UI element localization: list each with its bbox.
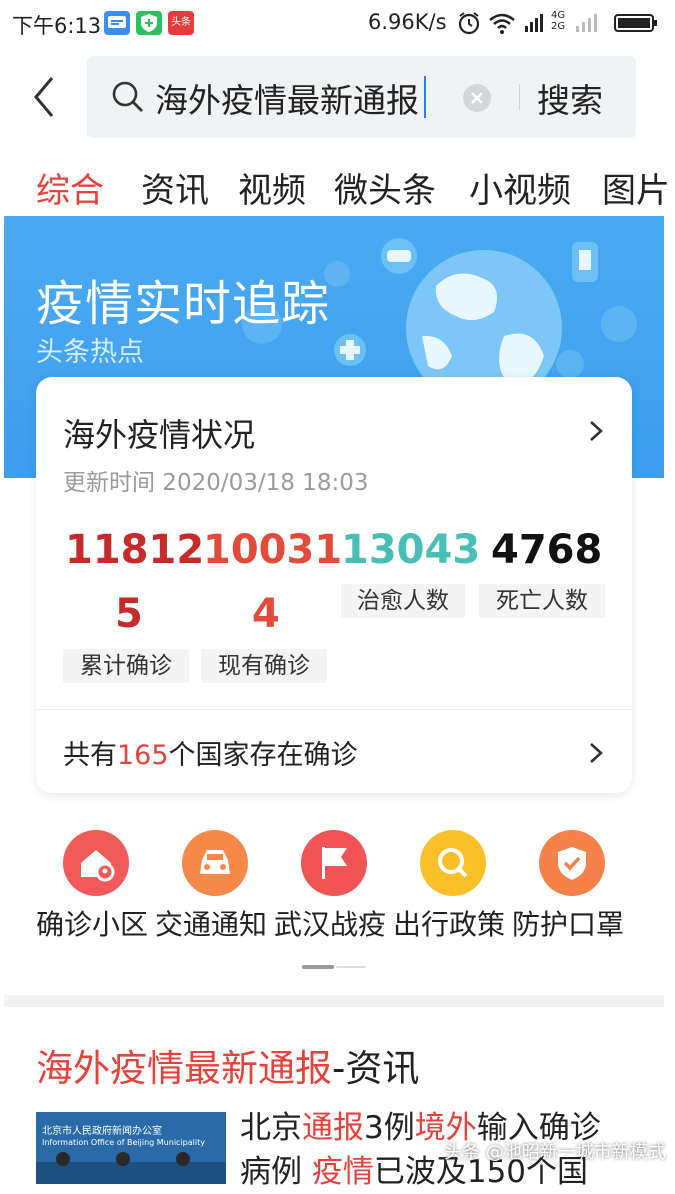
card-divider — [36, 709, 632, 710]
countries-suffix: 个国家存在确诊 — [168, 740, 358, 771]
search-box[interactable]: 海外疫情最新通报 搜索 — [87, 56, 636, 138]
news-section-title[interactable]: 海外疫情最新通报-资讯 — [36, 1038, 419, 1092]
shield-plus-icon — [136, 11, 162, 35]
thumbnail-text-cn: 北京市人民政府新闻办公室 — [42, 1126, 162, 1137]
battery-icon — [614, 13, 658, 37]
shield-icon[interactable] — [539, 830, 605, 896]
status-time: 下午6:13 — [12, 14, 102, 38]
search-button[interactable]: 搜索 — [537, 74, 603, 122]
overseas-status-card[interactable]: 海外疫情状况 更新时间 2020/03/18 18:03 11812 5 累计确… — [36, 377, 632, 793]
countries-summary[interactable]: 共有165个国家存在确诊 — [63, 733, 358, 772]
quick-link-confirmed-community[interactable]: 确诊小区 — [36, 903, 148, 943]
car-icon[interactable] — [182, 830, 248, 896]
deaths-label: 死亡人数 — [479, 584, 605, 618]
clear-icon[interactable] — [461, 82, 493, 118]
flag-icon[interactable] — [301, 830, 367, 896]
signal-icon-1 — [524, 12, 548, 38]
headline-part: 病例 — [240, 1154, 312, 1190]
person-figure — [56, 1152, 70, 1166]
tab-news[interactable]: 资讯 — [141, 163, 209, 212]
search-divider — [519, 84, 520, 110]
section-divider — [4, 995, 664, 1007]
back-button[interactable] — [24, 72, 64, 122]
countries-count: 165 — [117, 740, 169, 771]
news-title-highlight: 海外疫情最新通报 — [36, 1047, 332, 1090]
page-indicator-active — [302, 965, 334, 969]
chevron-left-icon — [34, 77, 54, 117]
text-caret — [424, 76, 426, 118]
tab-video[interactable]: 视频 — [238, 163, 306, 212]
tab-micro-headline[interactable]: 微头条 — [334, 163, 436, 212]
headline-part: 3例 — [364, 1110, 415, 1146]
card-title: 海外疫情状况 — [63, 416, 256, 454]
alarm-icon — [456, 10, 482, 40]
quick-link-travel-policy[interactable]: 出行政策 — [393, 903, 505, 943]
cumulative-confirmed-value-part2: 5 — [115, 591, 143, 637]
update-time: 更新时间 2020/03/18 18:03 — [63, 470, 369, 496]
signal-icon-2 — [574, 12, 604, 38]
search-icon — [111, 80, 145, 118]
search-icon[interactable] — [420, 830, 486, 896]
tab-comprehensive[interactable]: 综合 — [36, 163, 104, 212]
search-input[interactable]: 海外疫情最新通报 — [155, 74, 419, 122]
person-figure — [116, 1152, 130, 1166]
countries-prefix: 共有 — [63, 740, 117, 771]
news-thumbnail[interactable]: 北京市人民政府新闻办公室 Information Office of Beiji… — [36, 1112, 226, 1184]
recovered-label: 治愈人数 — [341, 584, 465, 618]
home-location-icon[interactable] — [63, 830, 129, 896]
page-indicator-inactive — [336, 966, 366, 968]
person-figure — [176, 1152, 190, 1166]
chevron-right-icon[interactable] — [584, 417, 608, 445]
tab-short-video[interactable]: 小视频 — [469, 163, 571, 212]
quick-link-traffic-notice[interactable]: 交通通知 — [155, 903, 267, 943]
recovered-value: 13043 — [341, 527, 481, 573]
headline-part: 北京 — [240, 1110, 302, 1146]
quick-link-protective-mask[interactable]: 防护口罩 — [512, 903, 624, 943]
toutiao-app-icon: 头条 — [168, 11, 194, 35]
current-confirmed-value-part1: 10031 — [203, 527, 343, 573]
network-type: 4G 2G — [551, 10, 566, 32]
thumbnail-text-en: Information Office of Beijing Municipali… — [42, 1138, 205, 1147]
message-icon — [104, 11, 130, 35]
banner-subtitle: 头条热点 — [36, 337, 144, 368]
deaths-value: 4768 — [491, 527, 603, 573]
cumulative-confirmed-label: 累计确诊 — [63, 649, 189, 683]
status-bar: 下午6:13 头条 6.96K/s 4G 2G — [0, 0, 675, 48]
current-confirmed-label: 现有确诊 — [201, 649, 327, 683]
tab-images[interactable]: 图片 — [602, 163, 670, 212]
chevron-right-icon[interactable] — [584, 739, 608, 767]
network-speed: 6.96K/s — [368, 10, 447, 34]
news-title-suffix: -资讯 — [332, 1047, 420, 1090]
quick-link-wuhan-fight[interactable]: 武汉战疫 — [274, 903, 386, 943]
current-confirmed-value-part2: 4 — [252, 591, 280, 637]
headline-highlight: 通报 — [302, 1110, 364, 1146]
headline-highlight: 疫情 — [311, 1154, 374, 1190]
cumulative-confirmed-value-part1: 11812 — [65, 527, 205, 573]
wifi-icon — [488, 11, 516, 39]
banner-title: 疫情实时追踪 — [36, 276, 331, 332]
watermark: 头条 @池昭新一城市新模式 — [444, 1142, 666, 1163]
